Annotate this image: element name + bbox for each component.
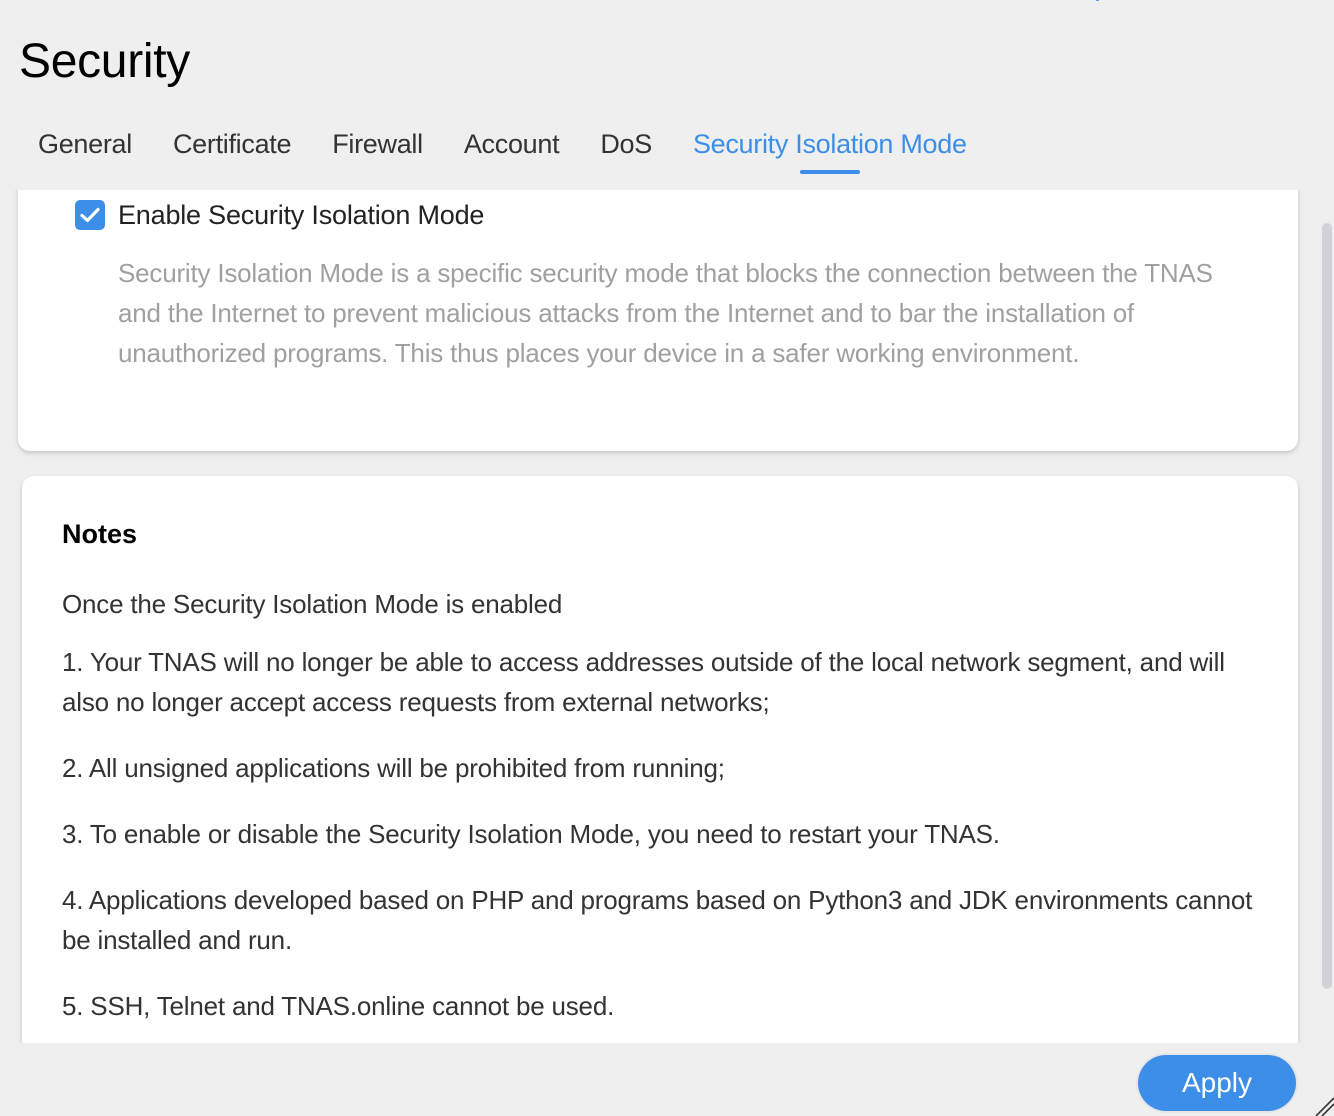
- active-tab-indicator: [799, 170, 860, 174]
- notes-intro: Once the Security Isolation Mode is enab…: [62, 589, 563, 619]
- top-edge-marker: [1096, 0, 1099, 1]
- tab-label: Certificate: [172, 129, 292, 159]
- notes-card: Notes Once the Security Isolation Mode i…: [22, 476, 1298, 1043]
- notes-item: 3. To enable or disable the Security Iso…: [62, 819, 1000, 849]
- page-title: Security: [19, 35, 190, 88]
- resize-grip-icon[interactable]: [1312, 1094, 1334, 1116]
- notes-item: 4. Applications developed based on PHP a…: [62, 885, 1253, 955]
- scrollbar-thumb[interactable]: [1322, 223, 1332, 989]
- tab-label: Firewall: [332, 129, 423, 159]
- tab-firewall[interactable]: Firewall: [332, 124, 423, 164]
- tab-dos[interactable]: DoS: [600, 124, 652, 164]
- tab-label: General: [38, 129, 132, 159]
- tab-general[interactable]: General: [38, 124, 132, 164]
- notes-title: Notes: [62, 519, 138, 549]
- apply-button[interactable]: Apply: [1138, 1055, 1296, 1111]
- notes-item: 2. All unsigned applications will be pro…: [62, 753, 725, 783]
- tab-label: DoS: [600, 129, 652, 159]
- notes-item: 5. SSH, Telnet and TNAS.online cannot be…: [62, 991, 615, 1021]
- checkmark-icon: [80, 207, 100, 223]
- tab-bar: General Certificate Firewall Account DoS…: [38, 124, 1008, 176]
- notes-item: 1. Your TNAS will no longer be able to a…: [62, 647, 1225, 717]
- settings-scroll-area[interactable]: Enable Security Isolation Mode Security …: [0, 190, 1310, 1043]
- tab-security-isolation-mode[interactable]: Security Isolation Mode: [692, 124, 967, 174]
- tab-account[interactable]: Account: [463, 124, 560, 164]
- tab-label: Account: [463, 129, 560, 159]
- security-settings-page: Security General Certificate Firewall Ac…: [0, 0, 1334, 1116]
- resize-lines: [1315, 1097, 1334, 1116]
- tab-label: Security Isolation Mode: [692, 129, 967, 159]
- notes-body: Once the Security Isolation Mode is enab…: [62, 584, 1262, 1043]
- isolation-description: Security Isolation Mode is a specific se…: [118, 258, 1213, 368]
- enable-isolation-checkbox[interactable]: [75, 200, 105, 230]
- enable-isolation-label[interactable]: Enable Security Isolation Mode: [118, 197, 484, 233]
- vertical-scrollbar[interactable]: [1320, 205, 1334, 990]
- tab-certificate[interactable]: Certificate: [172, 124, 292, 164]
- enable-isolation-card: Enable Security Isolation Mode Security …: [18, 190, 1298, 451]
